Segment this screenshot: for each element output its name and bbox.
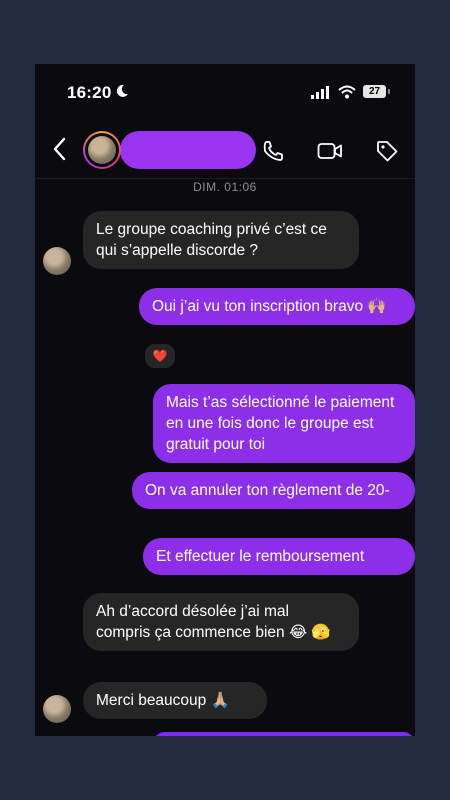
incoming-message[interactable]: Le groupe coaching privé c’est ce qui s’… (83, 211, 359, 269)
status-bar: 16:20 27 (35, 64, 415, 122)
outgoing-message[interactable]: Mais t’as sélectionné le paiement en une… (153, 384, 415, 463)
contact-avatar[interactable] (83, 131, 121, 169)
back-chevron-icon[interactable] (49, 136, 71, 162)
chat-header (35, 122, 415, 178)
outgoing-message-partial[interactable] (153, 732, 415, 736)
chat-screen: 16:20 27 DIM. 01:06 Le groupe coaching p… (35, 64, 415, 736)
wifi-icon (338, 85, 356, 99)
date-separator: DIM. 01:06 (193, 180, 257, 194)
incoming-message[interactable]: Ah d’accord désolée j’ai mal compris ça … (83, 593, 359, 651)
outgoing-message[interactable]: Et effectuer le remboursement (143, 538, 415, 575)
heart-reaction[interactable]: ❤️ (143, 342, 177, 370)
battery-icon: 27 (363, 85, 386, 98)
outgoing-message[interactable]: Oui j’ai vu ton inscription bravo 🙌🏼 (139, 288, 415, 325)
moon-icon (116, 84, 128, 97)
contact-small-avatar[interactable] (43, 247, 71, 275)
tag-icon[interactable] (375, 139, 399, 163)
battery-tip (388, 89, 390, 94)
video-call-icon[interactable] (317, 139, 343, 163)
outgoing-message[interactable]: On va annuler ton règlement de 20- (132, 472, 415, 509)
status-time: 16:20 (67, 83, 112, 102)
contact-name-redacted[interactable] (120, 131, 256, 169)
contact-small-avatar[interactable] (43, 695, 71, 723)
phone-call-icon[interactable] (261, 139, 285, 163)
cellular-signal-icon (311, 86, 329, 99)
header-divider (35, 178, 415, 179)
incoming-message[interactable]: Merci beaucoup 🙏🏼 (83, 682, 267, 719)
